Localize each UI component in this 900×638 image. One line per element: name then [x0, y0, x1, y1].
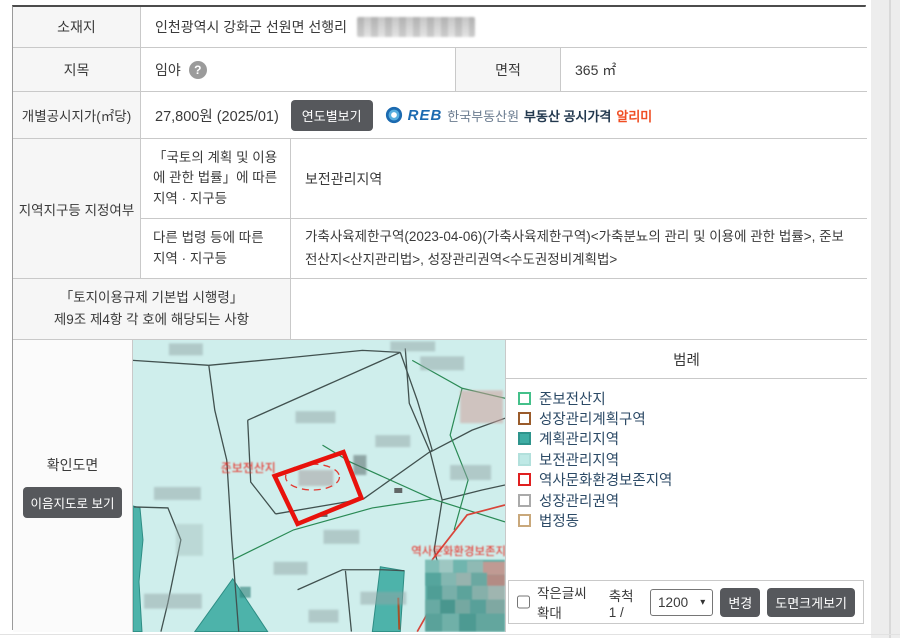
legend-item: 계획관리지역	[518, 429, 672, 449]
reb-service-text: 부동산 공시가격	[524, 106, 611, 125]
price-label: 개별공시지가(㎡당)	[22, 105, 131, 125]
map-controls: 작은글씨확대 축척 1 / 1200 ▾ 변경 도면크게보기	[508, 580, 864, 624]
other-law-header: 다른 법령 등에 따른 지역 · 지구등	[141, 219, 291, 279]
legend-item: 역사문화환경보존지역	[518, 470, 672, 490]
small-text-checkbox[interactable]	[517, 595, 530, 609]
regulation-header: 「토지이용규제 기본법 시행령」 제9조 제4항 각 호에 해당되는 사항	[13, 279, 291, 340]
reb-swirl-icon	[385, 106, 403, 124]
price-value: 27,800원 (2025/01)	[155, 105, 279, 126]
legend-title-text: 범례	[673, 349, 700, 370]
area-value-cell: 365 ㎡	[561, 48, 867, 92]
map-mosaic-redaction	[425, 560, 505, 632]
legend-item: 성장관리권역	[518, 490, 672, 510]
page-right-gutter	[871, 0, 900, 638]
scale-value: 1200	[658, 595, 688, 610]
redacted-lot-number	[357, 17, 475, 37]
national-law-header: 「국토의 계획 및 이용에 관한 법률」에 따른 지역 · 지구등	[141, 139, 291, 219]
legend-swatch-historic-preservation	[518, 473, 531, 486]
change-scale-button[interactable]: 변경	[720, 588, 760, 617]
price-value-cell: 27,800원 (2025/01) 연도별보기 REB 한국부동산원 부동산 공…	[141, 92, 867, 139]
other-law-value: 가축사육제한구역(2023-04-06)(가축사육제한구역)<가축분뇨의 관리 …	[305, 226, 853, 271]
area-value: 365 ㎡	[575, 60, 616, 80]
map-label: 확인도면	[47, 455, 99, 475]
legend-item: 성장관리계획구역	[518, 408, 672, 428]
map-header: 확인도면 이음지도로 보기	[13, 340, 133, 632]
other-law-value-cell: 가축사육제한구역(2023-04-06)(가축사육제한구역)<가축분뇨의 관리 …	[291, 219, 867, 279]
location-address: 인천광역시 강화군 선원면 선행리	[155, 17, 347, 37]
map-label-yeoksa: 역사문화환경보존지	[411, 544, 505, 558]
land-use-plan-page: 소재지 인천광역시 강화군 선원면 선행리 지목 임야 ? 면적 365 ㎡ 개…	[0, 0, 900, 638]
national-law-value: 보전관리지역	[305, 169, 382, 189]
legend-item: 준보전산지	[518, 388, 672, 408]
yearly-price-button[interactable]: 연도별보기	[291, 100, 373, 131]
category-value-cell: 임야 ?	[141, 48, 456, 92]
reb-org-text: 한국부동산원	[447, 106, 519, 125]
chevron-down-icon: ▾	[700, 597, 705, 608]
national-law-label: 「국토의 계획 및 이용에 관한 법률」에 따른 지역 · 지구등	[153, 148, 278, 209]
legend-swatch-preservation-management	[518, 453, 531, 466]
regulation-label-line1: 「토지이용규제 기본법 시행령」	[60, 290, 244, 305]
category-label: 지목	[64, 60, 90, 80]
small-text-label: 작은글씨확대	[537, 582, 596, 622]
reb-logo-link[interactable]: REB 한국부동산원 부동산 공시가격 알리미	[385, 106, 653, 125]
area-label: 면적	[495, 60, 521, 80]
legend-swatch-junbojeonsanji	[518, 392, 531, 405]
page-bottom-divider	[0, 634, 900, 635]
legend-list: 준보전산지 성장관리계획구역 계획관리지역 보전관리지역 역사문화환경보존지역 …	[518, 388, 672, 531]
legend-item: 보전관리지역	[518, 449, 672, 469]
legend-title: 범례	[506, 340, 867, 379]
category-header: 지목	[13, 48, 141, 92]
national-law-value-cell: 보전관리지역	[291, 139, 867, 219]
scale-select[interactable]: 1200 ▾	[650, 589, 713, 616]
category-value: 임야	[155, 60, 181, 80]
legend-swatch-legal-district	[518, 514, 531, 527]
regulation-label-line2: 제9조 제4항 각 호에 해당되는 사항	[54, 312, 249, 327]
legend-swatch-plan-management	[518, 432, 531, 445]
enlarge-map-button[interactable]: 도면크게보기	[767, 588, 855, 617]
zoning-label: 지역지구등 지정여부	[19, 199, 135, 219]
scale-label: 축척 1 /	[609, 585, 643, 620]
land-info-table: 소재지 인천광역시 강화군 선원면 선행리 지목 임야 ? 면적 365 ㎡ 개…	[12, 5, 866, 630]
cadastral-map[interactable]: 준보전산지 역사문화환경보존지	[133, 340, 506, 632]
regulation-value-cell	[291, 279, 867, 340]
legend-swatch-growth-management	[518, 494, 531, 507]
location-value-cell: 인천광역시 강화군 선원면 선행리	[141, 7, 867, 48]
location-header: 소재지	[13, 7, 141, 48]
legend-panel: 범례 준보전산지 성장관리계획구역 계획관리지역 보전관리지역 역사문화환경보존…	[506, 340, 867, 632]
area-header: 면적	[456, 48, 561, 92]
reb-brand-text: REB	[408, 107, 443, 124]
legend-item: 법정동	[518, 510, 672, 530]
gutter-divider	[889, 0, 891, 638]
other-law-label: 다른 법령 등에 따른 지역 · 지구등	[153, 228, 278, 269]
cadastral-map-canvas: 준보전산지 역사문화환경보존지	[133, 340, 505, 632]
zoning-header: 지역지구등 지정여부	[13, 139, 141, 279]
linked-map-button[interactable]: 이음지도로 보기	[23, 487, 123, 518]
help-icon[interactable]: ?	[189, 61, 207, 79]
alimi-link[interactable]: 알리미	[616, 106, 652, 125]
location-label: 소재지	[57, 17, 96, 37]
legend-swatch-growth-plan-zone	[518, 412, 531, 425]
map-label-junbojeonsanji: 준보전산지	[221, 461, 276, 475]
price-header: 개별공시지가(㎡당)	[13, 92, 141, 139]
regulation-label: 「토지이용규제 기본법 시행령」 제9조 제4항 각 호에 해당되는 사항	[54, 287, 249, 330]
